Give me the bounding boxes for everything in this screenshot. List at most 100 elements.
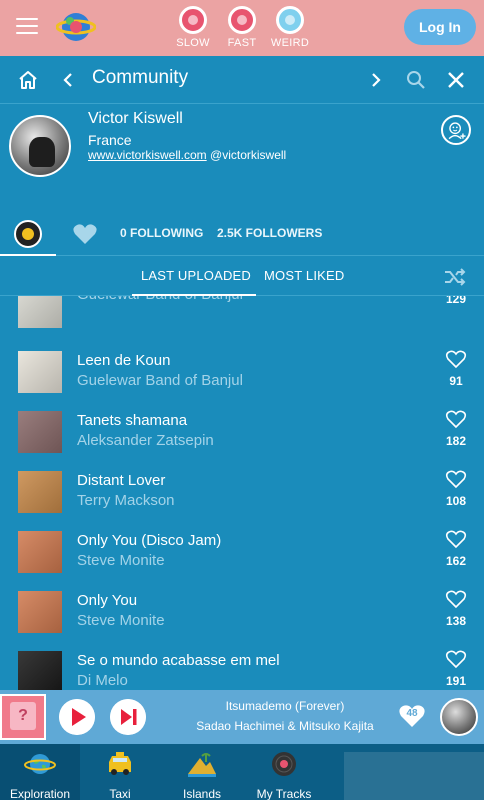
track-title: Se o mundo acabasse em mel <box>77 652 280 669</box>
track-row[interactable]: Distant Lover Terry Mackson 108 <box>0 469 484 529</box>
mood-fast[interactable]: FAST <box>220 6 264 49</box>
nav-islands[interactable]: Islands <box>160 744 244 800</box>
nav-my-tracks[interactable]: My Tracks <box>244 744 324 800</box>
sort-tabs: LAST UPLOADED MOST LIKED <box>0 256 484 296</box>
track-row[interactable]: Se o mundo acabasse em mel Di Melo 191 <box>0 649 484 690</box>
next-track-button[interactable] <box>110 699 146 735</box>
track-title: Distant Lover <box>77 472 166 489</box>
nav-exploration[interactable]: Exploration <box>0 744 80 800</box>
track-artist: Terry Mackson <box>77 492 175 509</box>
profile-country: France <box>88 132 132 148</box>
track-artist: Di Melo <box>77 672 128 689</box>
track-artist: Aleksander Zatsepin <box>77 432 214 449</box>
fast-icon <box>228 6 256 34</box>
slow-icon <box>179 6 207 34</box>
track-title: Only You (Disco Jam) <box>77 532 222 549</box>
track-likes-count: 191 <box>445 674 467 688</box>
heart-icon[interactable] <box>72 222 98 246</box>
track-row[interactable]: Only You Steve Monite 138 <box>0 589 484 649</box>
like-heart-icon[interactable] <box>445 469 467 489</box>
tab-last-uploaded[interactable]: LAST UPLOADED <box>141 268 251 283</box>
track-row[interactable]: Tanets shamana Aleksander Zatsepin 182 <box>0 409 484 469</box>
like-heart-icon[interactable] <box>445 649 467 669</box>
page-title: Community <box>92 67 189 88</box>
album-cover[interactable] <box>18 411 62 453</box>
nav-my-tracks-label: My Tracks <box>256 787 312 800</box>
nav-taxi-label: Taxi <box>109 787 131 800</box>
track-title: Tanets shamana <box>77 412 188 429</box>
profile-website-link[interactable]: www.victorkiswell.com <box>88 148 207 162</box>
like-heart-icon[interactable] <box>445 409 467 429</box>
chevron-right-icon[interactable] <box>364 68 388 92</box>
track-likes-count: 91 <box>449 374 463 388</box>
tab-most-liked[interactable]: MOST LIKED <box>264 268 345 283</box>
track-artist: Guelewar Band of Banjul <box>77 372 243 389</box>
taxi-icon <box>109 752 131 775</box>
profile-stats: 0 FOLLOWING 2.5K FOLLOWERS <box>0 214 484 256</box>
track-likes-count: 108 <box>445 494 467 508</box>
profile-name: Victor Kiswell <box>88 110 183 127</box>
album-cover[interactable] <box>18 531 62 573</box>
album-cover[interactable] <box>18 351 62 393</box>
close-icon[interactable] <box>444 68 468 92</box>
nav-bar: Community <box>0 56 484 104</box>
track-list: Guelewar Band of Banjul 129 Leen de Koun Gu… <box>0 296 484 690</box>
track-row[interactable]: Leen de Koun Guelewar Band of Banjul 91 <box>0 349 484 409</box>
radiooooo-logo[interactable] <box>56 9 96 45</box>
top-bar: SLOW FAST WEIRD Log In <box>0 0 484 56</box>
profile-handle: @victorkiswell <box>210 148 287 162</box>
player-cover-glyph: ? <box>10 702 36 730</box>
mood-fast-label: FAST <box>227 37 257 49</box>
menu-icon[interactable] <box>16 18 38 36</box>
nav-taxi[interactable]: Taxi <box>80 744 160 800</box>
track-likes-count: 138 <box>445 614 467 628</box>
album-cover[interactable] <box>18 651 62 690</box>
track-likes-count: 162 <box>445 554 467 568</box>
records-icon <box>272 752 296 776</box>
track-artist: Steve Monite <box>77 612 165 629</box>
track-row[interactable]: Only You (Disco Jam) Steve Monite 162 <box>0 529 484 589</box>
watermark-overlay <box>344 752 484 800</box>
play-button[interactable] <box>59 699 95 735</box>
track-artist: Guelewar Band of Banjul <box>77 296 243 303</box>
shuffle-icon[interactable] <box>444 268 466 286</box>
track-likes-count: 129 <box>445 296 467 306</box>
chevron-left-icon[interactable] <box>56 68 80 92</box>
like-heart-icon[interactable] <box>445 349 467 369</box>
follow-user-icon[interactable] <box>441 115 471 145</box>
player-cover[interactable]: ? <box>0 694 46 740</box>
track-title: Leen de Koun <box>77 352 171 369</box>
track-row[interactable]: Guelewar Band of Banjul 129 <box>0 296 484 344</box>
mini-player: ? Itsumademo (Forever) Sadao Hachimei & … <box>0 690 484 744</box>
home-icon[interactable] <box>16 68 40 92</box>
login-button[interactable]: Log In <box>404 9 476 45</box>
weird-icon <box>276 6 304 34</box>
island-icon <box>188 753 216 777</box>
album-cover[interactable] <box>18 591 62 633</box>
globe-icon <box>24 754 56 774</box>
profile-links: www.victorkiswell.com @victorkiswell <box>88 148 286 162</box>
vinyl-icon <box>14 220 42 248</box>
album-cover[interactable] <box>18 471 62 513</box>
nav-islands-label: Islands <box>182 787 222 800</box>
mood-weird[interactable]: WEIRD <box>268 6 312 49</box>
tab-uploads[interactable] <box>0 214 56 256</box>
album-cover[interactable] <box>18 296 62 328</box>
followers-count[interactable]: 2.5K FOLLOWERS <box>217 226 322 240</box>
search-icon[interactable] <box>404 68 428 92</box>
mood-slow-label: SLOW <box>176 37 210 49</box>
track-title: Only You <box>77 592 138 609</box>
like-heart-icon[interactable] <box>445 589 467 609</box>
like-heart-icon[interactable] <box>445 529 467 549</box>
player-user-avatar[interactable] <box>440 698 478 736</box>
nav-exploration-label: Exploration <box>9 787 71 800</box>
mood-slow[interactable]: SLOW <box>171 6 215 49</box>
now-playing-title: Itsumademo (Forever) <box>225 699 345 713</box>
player-likes-count: 48 <box>406 708 418 719</box>
track-likes-count: 182 <box>445 434 467 448</box>
user-profile: Victor Kiswell France www.victorkiswell.… <box>0 104 484 214</box>
mood-weird-label: WEIRD <box>270 37 310 49</box>
track-artist: Steve Monite <box>77 552 165 569</box>
now-playing-artist: Sadao Hachimei & Mitsuko Kajita <box>196 719 374 733</box>
following-count[interactable]: 0 FOLLOWING <box>120 226 203 240</box>
